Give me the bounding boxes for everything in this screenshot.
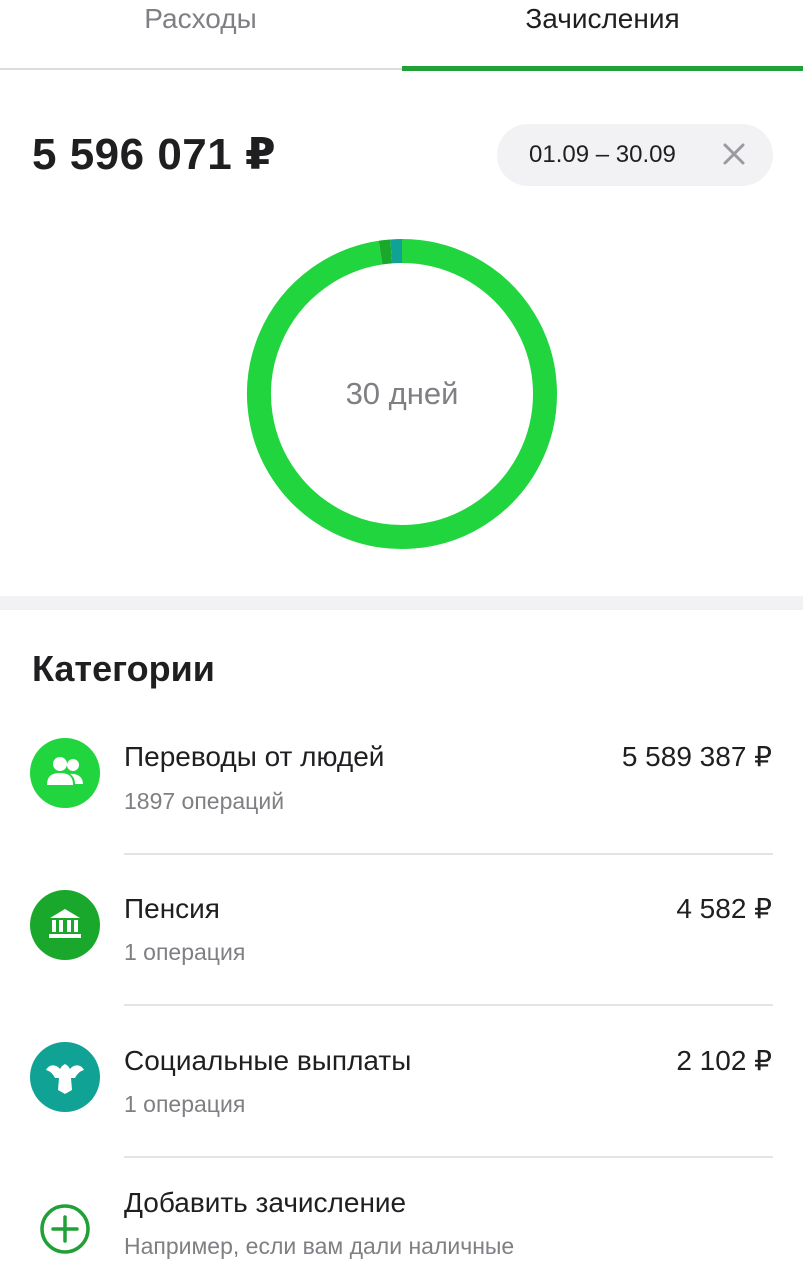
add-income-button[interactable]: Добавить зачисление Например, если вам д… <box>0 1186 803 1266</box>
category-amount: 5 589 387 ₽ <box>621 741 772 772</box>
active-tab-indicator <box>402 66 803 71</box>
eagle-icon <box>30 1042 100 1112</box>
bank-icon <box>30 890 100 960</box>
date-range-chip[interactable]: 01.09 – 30.09 <box>497 124 773 186</box>
category-amount: 4 582 ₽ <box>676 893 772 924</box>
close-icon[interactable] <box>717 137 751 171</box>
category-name: Переводы от людей <box>124 741 385 772</box>
people-icon <box>30 738 100 808</box>
section-divider <box>0 596 803 610</box>
category-count: 1897 операций <box>124 788 285 814</box>
category-amount: 2 102 ₽ <box>676 1045 772 1076</box>
category-row-transfers[interactable]: Переводы от людей 1897 операций 5 589 38… <box>0 738 803 868</box>
row-separator <box>124 1004 773 1006</box>
tab-expenses[interactable]: Расходы <box>0 0 401 68</box>
category-name: Пенсия <box>124 893 220 924</box>
category-count: 1 операция <box>124 1091 246 1117</box>
tab-income[interactable]: Зачисления <box>402 0 803 68</box>
row-separator <box>124 1156 773 1158</box>
category-row-pension[interactable]: Пенсия 1 операция 4 582 ₽ <box>0 890 803 1020</box>
category-count: 1 операция <box>124 939 246 965</box>
date-range-label: 01.09 – 30.09 <box>529 141 676 168</box>
total-amount: 5 596 071 ₽ <box>32 130 277 179</box>
categories-title: Категории <box>32 648 215 689</box>
tab-bar: Расходы Зачисления <box>0 0 803 71</box>
category-name: Социальные выплаты <box>124 1045 412 1076</box>
row-separator <box>124 853 773 855</box>
add-income-title: Добавить зачисление <box>124 1187 407 1218</box>
income-donut-chart: 30 дней <box>246 238 558 550</box>
donut-slice-1 <box>378 239 393 265</box>
plus-circle-icon <box>40 1204 90 1254</box>
category-row-social[interactable]: Социальные выплаты 1 операция 2 102 ₽ <box>0 1042 803 1172</box>
donut-center-label: 30 дней <box>345 376 459 411</box>
add-income-subtitle: Например, если вам дали наличные <box>124 1233 515 1259</box>
